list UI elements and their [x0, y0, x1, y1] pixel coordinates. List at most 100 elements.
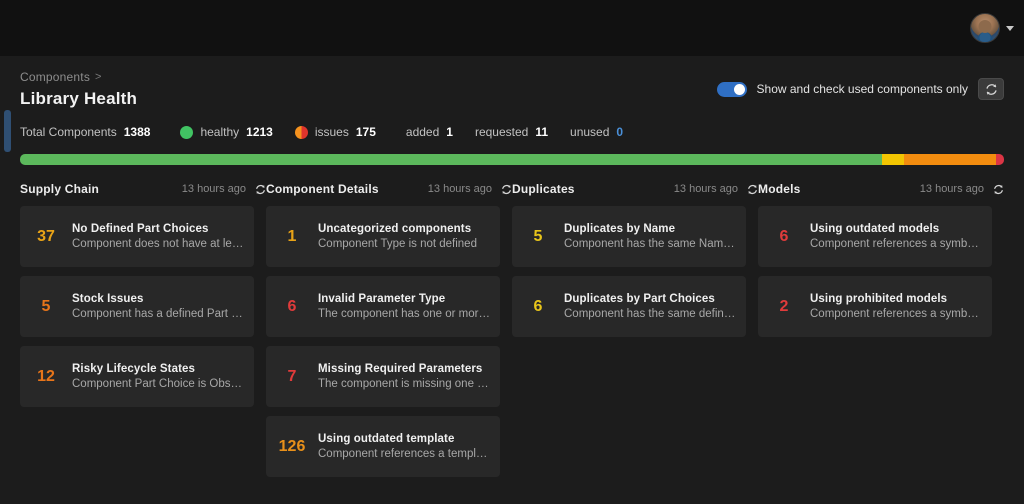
issue-text: Duplicates by Name Component has the same… [564, 223, 746, 250]
category-refresh-button[interactable] [993, 184, 1004, 195]
category-header-0: Supply Chain 13 hours ago [20, 182, 266, 196]
issue-card[interactable]: 2 Using prohibited models Component refere… [758, 276, 992, 337]
issue-title: Duplicates by Name [564, 223, 676, 235]
issue-count: 6 [779, 227, 789, 245]
avatar[interactable] [970, 13, 1000, 43]
category-refresh-button[interactable] [501, 184, 512, 195]
refresh-all-button[interactable] [978, 78, 1004, 100]
issue-text: Invalid Parameter Type The component has … [318, 293, 500, 320]
issue-card[interactable]: 126 Using outdated template Component refe… [266, 416, 500, 477]
breadcrumb-separator: > [95, 71, 102, 83]
stat-unused-value[interactable]: 0 [616, 125, 623, 139]
issue-card[interactable]: 6 Invalid Parameter Type The component has… [266, 276, 500, 337]
stat-requested-label: requested [474, 125, 529, 139]
issue-text: Using outdated models Component reference… [810, 223, 992, 250]
issue-title: Missing Required Parameters [318, 363, 483, 375]
health-bar-segment-3 [996, 154, 1004, 165]
stat-total-value: 1388 [123, 125, 151, 139]
issue-title: Using outdated models [810, 223, 940, 235]
issue-description: Component references a templat... [318, 448, 492, 460]
issue-count: 1 [287, 227, 297, 245]
issue-card[interactable]: 12 Risky Lifecycle States Component Part C… [20, 346, 254, 407]
issue-card[interactable]: 5 Duplicates by Name Component has the sam… [512, 206, 746, 267]
category-header-1: Component Details 13 hours ago [266, 182, 512, 196]
category-column-2: 5 Duplicates by Name Component has the sam… [512, 206, 758, 486]
user-menu[interactable] [970, 13, 1014, 43]
issue-title: Using prohibited models [810, 293, 948, 305]
issue-title: Duplicates by Part Choices [564, 293, 715, 305]
issue-title: Risky Lifecycle States [72, 363, 196, 375]
issue-text: Risky Lifecycle States Component Part Cho… [72, 363, 254, 390]
stat-total-components: Total Components 1388 [20, 125, 150, 139]
library-health-bar [20, 154, 1004, 165]
stat-requested: requested 11 [475, 125, 548, 139]
refresh-icon [502, 184, 511, 194]
issue-count: 37 [37, 227, 55, 245]
used-components-toggle[interactable] [716, 81, 747, 97]
issue-title: Uncategorized components [318, 223, 472, 235]
scrollbar-thumb[interactable] [4, 110, 11, 152]
panel-controls: Show and check used components only [716, 78, 1004, 100]
issue-count: 126 [278, 437, 306, 455]
issues-dot-icon [294, 125, 308, 139]
issue-description: Component has a defined Part Ch... [72, 308, 246, 320]
issue-description: Component references a symbol ... [810, 308, 984, 320]
stat-unused: unused 0 [570, 125, 623, 139]
issue-card[interactable]: 5 Stock Issues Component has a defined Par… [20, 276, 254, 337]
category-timestamp: 13 hours ago [673, 183, 738, 195]
health-bar-segment-1 [881, 154, 904, 165]
issue-title: Invalid Parameter Type [318, 293, 446, 305]
issue-card[interactable]: 37 No Defined Part Choices Component does … [20, 206, 254, 267]
category-header-3: Models 13 hours ago [758, 182, 1004, 196]
stat-issues-value: 175 [355, 125, 376, 139]
issue-text: Duplicates by Part Choices Component has … [564, 293, 746, 320]
issue-card[interactable]: 6 Duplicates by Part Choices Component has… [512, 276, 746, 337]
stat-total-label: Total Components [20, 125, 117, 139]
refresh-icon [256, 184, 265, 194]
issue-description: Component has the same Name a... [564, 238, 738, 250]
category-refresh-button[interactable] [255, 184, 266, 195]
issue-card[interactable]: 7 Missing Required Parameters The componen… [266, 346, 500, 407]
issue-text: Uncategorized components Component Type i… [318, 223, 485, 250]
issue-card[interactable]: 6 Using outdated models Component referenc… [758, 206, 992, 267]
stat-issues: issues 175 [294, 125, 376, 139]
issue-text: Missing Required Parameters The component… [318, 363, 500, 390]
category-title: Component Details [266, 182, 379, 196]
panel-scrollbar[interactable] [2, 56, 11, 504]
issue-count: 12 [37, 367, 55, 385]
app-top-bar [0, 0, 1024, 56]
breadcrumb-item-components[interactable]: Components [20, 70, 90, 84]
issue-text: Stock Issues Component has a defined Part… [72, 293, 254, 320]
stat-added-label: added [405, 125, 440, 139]
stat-healthy-value: 1213 [246, 125, 273, 139]
stat-added-value: 1 [446, 125, 453, 139]
health-bar-segment-0 [20, 154, 882, 165]
issue-description: Component does not have at leas... [72, 238, 246, 250]
issue-title: No Defined Part Choices [72, 223, 209, 235]
chevron-down-icon[interactable] [1006, 25, 1014, 31]
category-timestamp: 13 hours ago [427, 183, 492, 195]
library-health-panel: Components > Library Health Total Compon… [0, 56, 1024, 504]
issue-description: Component has the same defined... [564, 308, 738, 320]
category-header-2: Duplicates 13 hours ago [512, 182, 758, 196]
issue-count: 6 [287, 297, 297, 315]
refresh-icon [985, 83, 997, 95]
issue-description: The component has one or more ... [318, 308, 492, 320]
healthy-dot-icon [180, 125, 194, 139]
stat-healthy-label: healthy [200, 125, 240, 139]
category-column-3: 6 Using outdated models Component referenc… [758, 206, 1004, 486]
category-timestamp: 13 hours ago [919, 183, 984, 195]
issue-card[interactable]: 1 Uncategorized components Component Type … [266, 206, 500, 267]
issue-count: 5 [41, 297, 51, 315]
issue-text: No Defined Part Choices Component does no… [72, 223, 254, 250]
category-headers-row: Supply Chain 13 hours ago Component Detail… [20, 182, 1004, 196]
category-timestamp: 13 hours ago [181, 183, 246, 195]
category-title: Duplicates [512, 182, 575, 196]
issue-title: Stock Issues [72, 293, 144, 305]
refresh-icon [994, 184, 1003, 194]
issue-count: 2 [779, 297, 789, 315]
category-title: Supply Chain [20, 182, 100, 196]
stat-unused-label: unused [570, 125, 610, 139]
category-column-1: 1 Uncategorized components Component Type … [266, 206, 512, 486]
category-refresh-button[interactable] [747, 184, 758, 195]
